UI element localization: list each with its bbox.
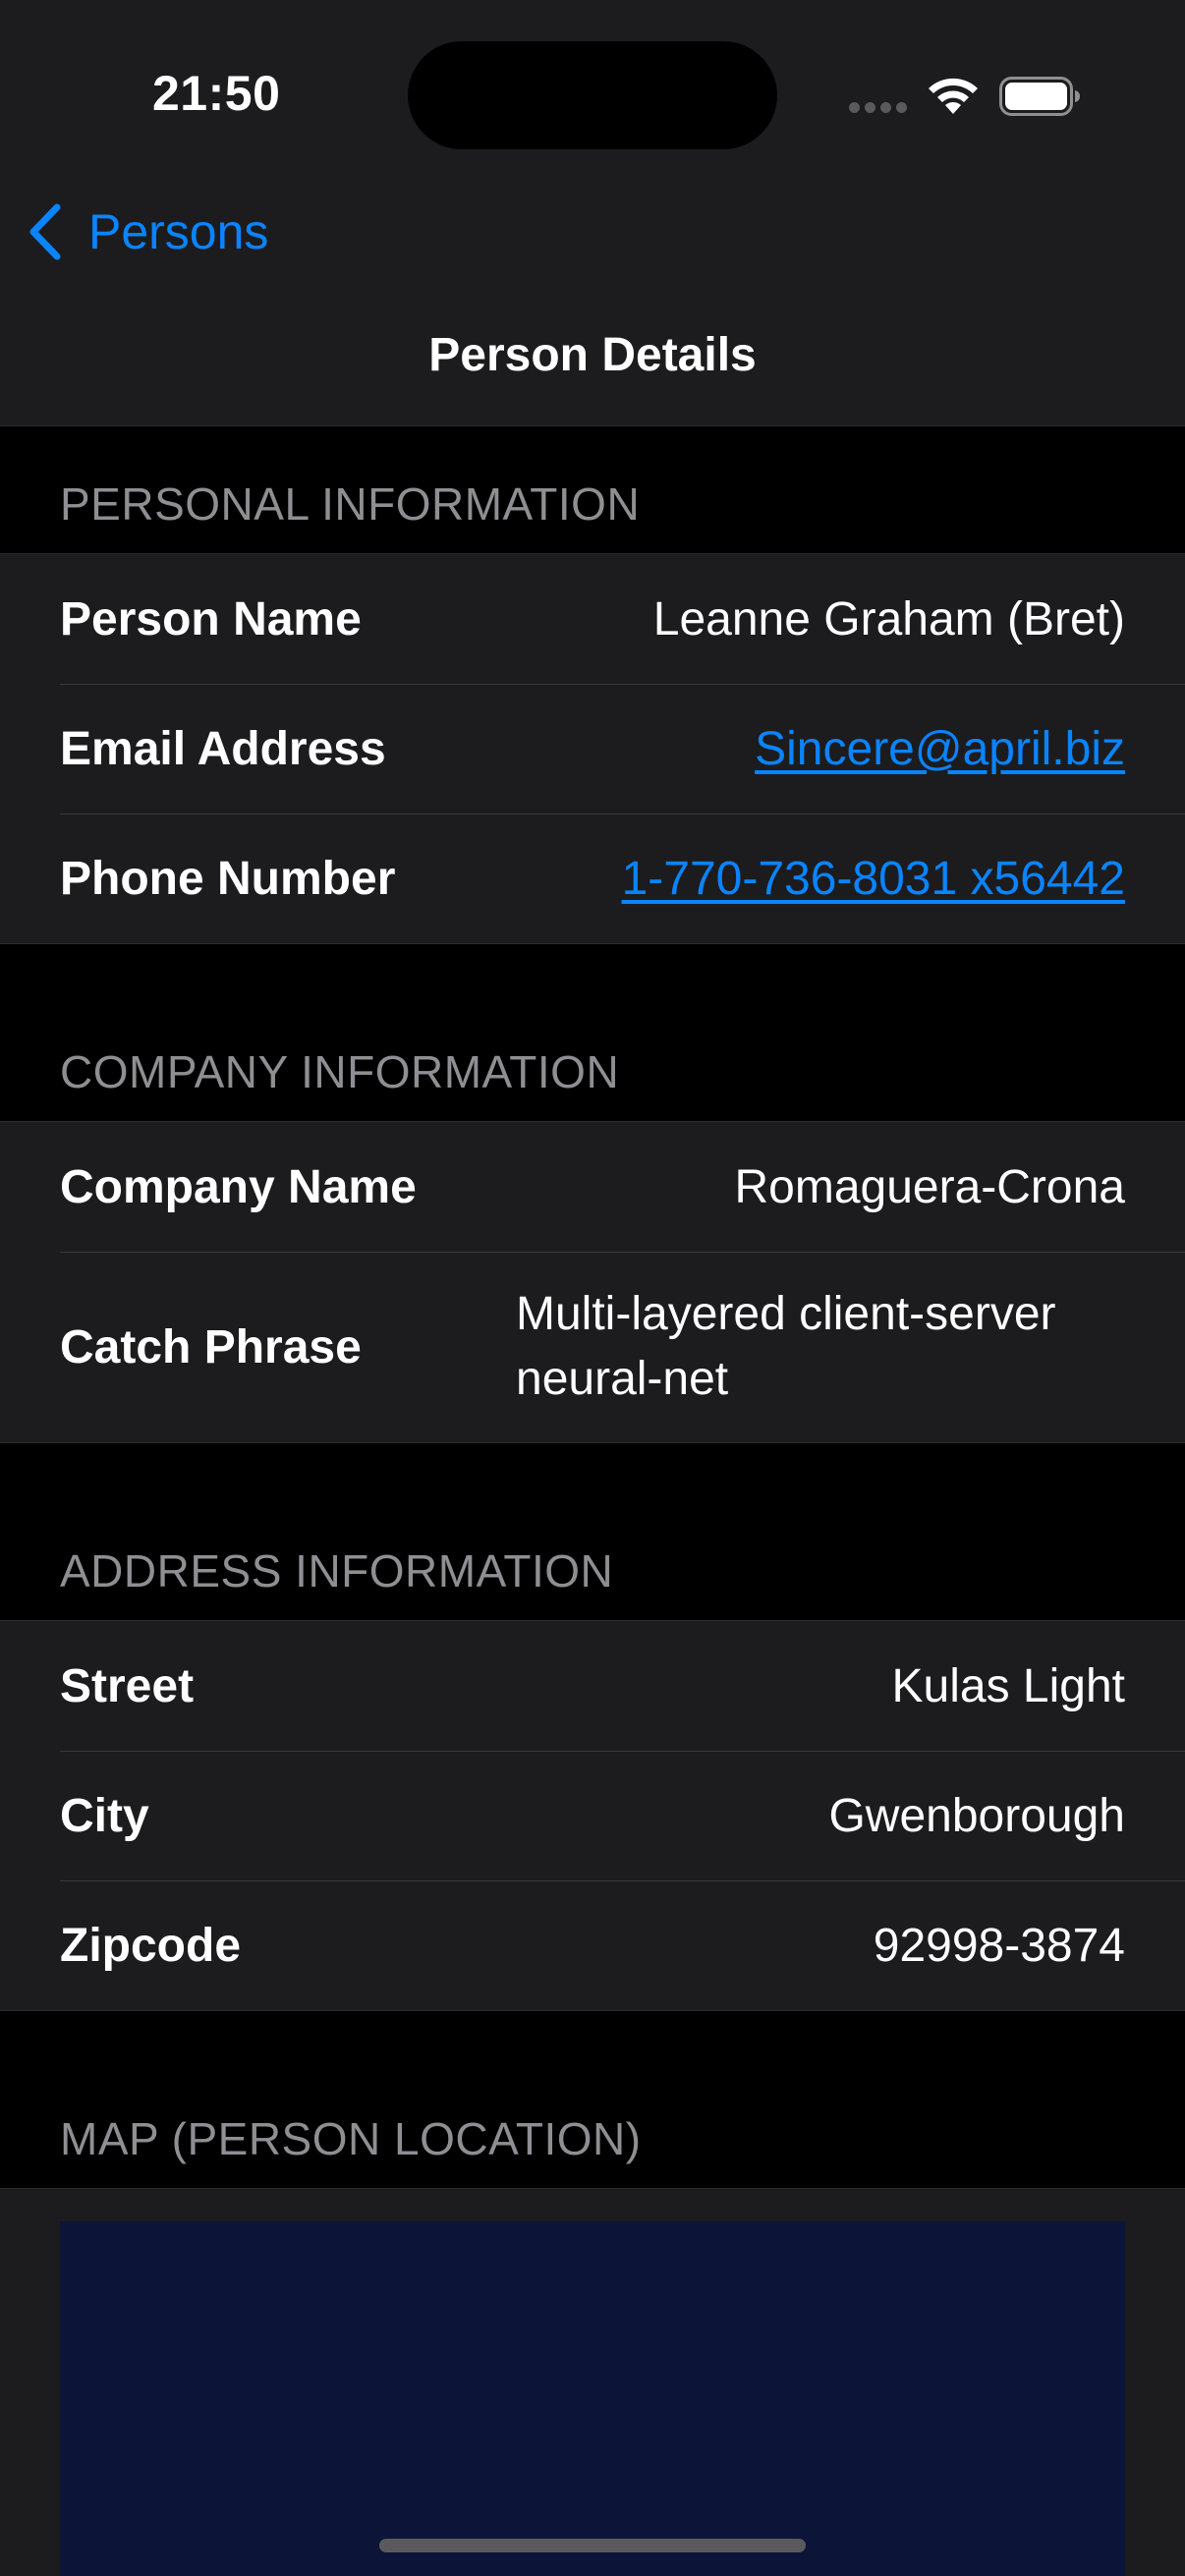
company-info-group: Company Name Romaguera-Crona Catch Phras… [0,1121,1185,1443]
navigation-header: 21:50 Persons Person Details [0,0,1185,426]
section-header-company: COMPANY INFORMATION [60,1046,620,1097]
home-indicator[interactable] [379,2539,806,2552]
wifi-icon [929,78,978,114]
section-header-personal: PERSONAL INFORMATION [60,478,641,530]
back-button-label: Persons [88,204,269,259]
row-phone: Phone Number 1-770-736-8031 x56442 [0,813,1185,943]
phone-link[interactable]: 1-770-736-8031 x56442 [622,852,1125,906]
row-label: Person Name [60,592,362,645]
address-info-group: Street Kulas Light City Gwenborough Zipc… [0,1620,1185,2011]
battery-icon [999,77,1080,116]
row-label: Company Name [60,1160,417,1213]
row-zipcode: Zipcode 92998-3874 [0,1880,1185,2010]
zipcode-value: 92998-3874 [873,1919,1125,1972]
company-name-value: Romaguera-Crona [734,1160,1125,1213]
dynamic-island [408,41,777,149]
status-time: 21:50 [152,66,281,121]
page-title: Person Details [428,329,757,381]
section-header-map: MAP (PERSON LOCATION) [60,2113,642,2164]
row-person-name: Person Name Leanne Graham (Bret) [0,554,1185,684]
person-name-value: Leanne Graham (Bret) [652,592,1125,645]
row-catch-phrase: Catch Phrase Multi-layered client-server… [0,1252,1185,1442]
row-label: City [60,1789,149,1842]
row-label: Catch Phrase [60,1320,362,1373]
row-label: Street [60,1659,195,1712]
personal-info-group: Person Name Leanne Graham (Bret) Email A… [0,553,1185,944]
back-button[interactable]: Persons [26,193,268,271]
map-group [0,2188,1185,2576]
section-header-address: ADDRESS INFORMATION [60,1545,614,1596]
street-value: Kulas Light [891,1659,1126,1712]
cellular-signal-icon [849,102,908,116]
row-label: Zipcode [60,1919,242,1972]
row-email: Email Address Sincere@april.biz [0,684,1185,813]
row-city: City Gwenborough [0,1751,1185,1880]
city-value: Gwenborough [828,1789,1125,1842]
chevron-left-icon [29,203,61,260]
catch-phrase-value: Multi-layered client-server neural-net [516,1288,1056,1405]
email-link[interactable]: Sincere@april.biz [755,722,1125,776]
screen: 21:50 Persons Person Details PERSONAL IN… [0,0,1185,2576]
row-label: Phone Number [60,852,396,905]
row-company-name: Company Name Romaguera-Crona [0,1122,1185,1252]
row-label: Email Address [60,722,386,775]
row-street: Street Kulas Light [0,1621,1185,1751]
person-location-map[interactable] [60,2221,1125,2576]
